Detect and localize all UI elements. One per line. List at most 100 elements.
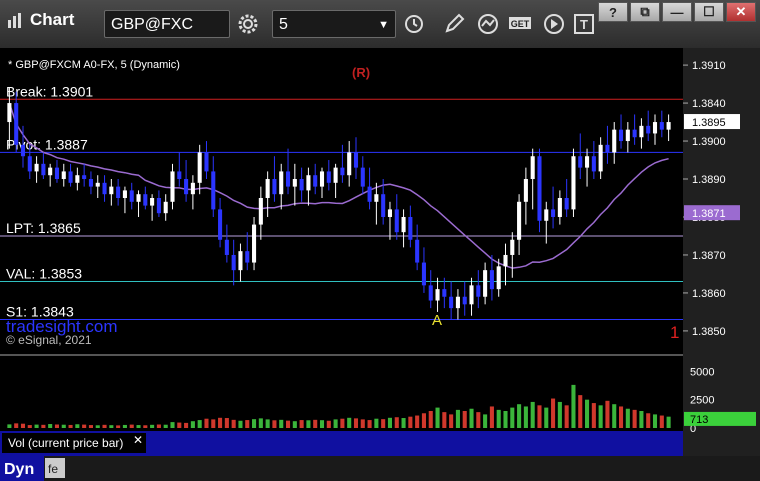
candle-body	[102, 182, 107, 195]
symbol-value: GBP@FXC	[111, 16, 194, 33]
restore-button[interactable]: ⧉	[630, 2, 660, 22]
candle-body	[530, 156, 535, 180]
candle-body	[374, 194, 379, 202]
candle-body	[510, 239, 515, 255]
candle-body	[95, 182, 100, 187]
candle-body	[319, 171, 325, 187]
price-tick-label: 1.3900	[692, 136, 726, 148]
interval-value: 5	[279, 16, 288, 33]
candle-body	[646, 125, 651, 134]
volume-tick-label: 2500	[690, 395, 714, 407]
minimize-button[interactable]: —	[662, 2, 692, 22]
candle-body	[551, 209, 556, 217]
candle-body	[136, 194, 141, 202]
candle-body	[652, 122, 658, 134]
candle-body	[14, 103, 19, 145]
pencil-icon[interactable]	[440, 10, 468, 38]
marker-1: 1	[670, 323, 679, 342]
candle-body	[625, 129, 630, 142]
candle-body	[591, 156, 596, 172]
level-label-break: Break: 1.3901	[6, 83, 93, 99]
current-price-label: 1.3895	[692, 117, 726, 129]
candle-body	[408, 216, 413, 240]
candle-body	[122, 190, 127, 198]
candle-body	[82, 175, 87, 180]
candle-body	[238, 251, 243, 271]
candle-body	[326, 171, 331, 183]
chart-area[interactable]: Break: 1.3901 Pivot: 1.3887 LPT: 1.3865 VAL…	[0, 48, 760, 481]
candle	[537, 148, 542, 233]
candle-body	[88, 179, 93, 187]
candle-body	[184, 179, 189, 195]
candle	[571, 148, 576, 217]
chart-header: * GBP@FXCM A0-FX, 5 (Dynamic)	[8, 59, 180, 71]
close-button[interactable]: ✕	[726, 2, 756, 22]
candle-body	[116, 186, 121, 198]
candle-body	[68, 171, 73, 183]
candle-body	[489, 270, 494, 290]
candle-body	[415, 239, 420, 263]
price-tick-label: 1.3870	[692, 250, 726, 262]
play-icon[interactable]	[540, 10, 568, 38]
candle-body	[218, 209, 223, 240]
symbol-input[interactable]: GBP@FXC	[104, 10, 230, 38]
study-icon[interactable]	[474, 10, 502, 38]
candle-body	[401, 216, 406, 233]
candle-body	[313, 175, 318, 187]
gear-icon[interactable]	[234, 10, 262, 38]
candle-body	[618, 129, 624, 142]
candle-body	[523, 179, 528, 202]
dyn-label: Dyn	[4, 461, 34, 478]
candle-body	[455, 296, 460, 309]
chart-title-text: Chart	[30, 10, 75, 29]
price-tick-label: 1.3890	[692, 174, 726, 186]
candle-body	[585, 156, 590, 168]
candle-body	[449, 296, 454, 309]
get-icon[interactable]: GET	[506, 10, 534, 38]
candle	[252, 216, 257, 271]
candle-body	[598, 144, 603, 172]
candle-body	[306, 175, 311, 191]
text-icon[interactable]: T	[570, 10, 598, 38]
candle-body	[20, 144, 26, 157]
candle-body	[285, 171, 291, 187]
svg-text:GET: GET	[511, 19, 530, 29]
candle-body	[571, 156, 576, 210]
candle-body	[394, 209, 399, 233]
volume-tick-label: 5000	[690, 366, 714, 378]
interval-select[interactable]: 5 ▼	[272, 10, 396, 38]
candle-body	[639, 125, 644, 138]
candle-body	[666, 122, 671, 130]
candle-body	[496, 266, 501, 290]
candle-body	[421, 262, 426, 286]
help-button[interactable]: ?	[598, 2, 628, 22]
candle-body	[544, 209, 549, 221]
candle-body	[292, 179, 297, 187]
candle-body	[476, 285, 481, 297]
candle-body	[197, 152, 202, 183]
candle-body	[469, 285, 474, 305]
candle-body	[381, 194, 386, 217]
current-volume-label: 713	[690, 414, 708, 426]
marker-a: A	[432, 312, 442, 329]
candle-body	[272, 179, 277, 195]
chart-background	[0, 48, 760, 481]
chevron-down-icon: ▼	[378, 19, 389, 31]
copyright: © eSignal, 2021	[6, 333, 92, 347]
candle-body	[279, 171, 284, 195]
candle-body	[27, 156, 32, 172]
candle-body	[61, 171, 66, 180]
clock-icon[interactable]	[400, 10, 428, 38]
candle-body	[211, 171, 216, 210]
maximize-button[interactable]: ☐	[694, 2, 724, 22]
candle-body	[109, 186, 114, 195]
candle-body	[143, 194, 148, 206]
candle-body	[265, 179, 270, 198]
fe-label: fe	[48, 462, 58, 476]
candle-body	[462, 296, 467, 305]
volume-close-icon[interactable]: ✕	[133, 433, 143, 447]
candle-body	[347, 152, 352, 176]
candle-body	[204, 152, 209, 172]
candle-body	[245, 251, 250, 263]
candle-body	[503, 254, 508, 267]
